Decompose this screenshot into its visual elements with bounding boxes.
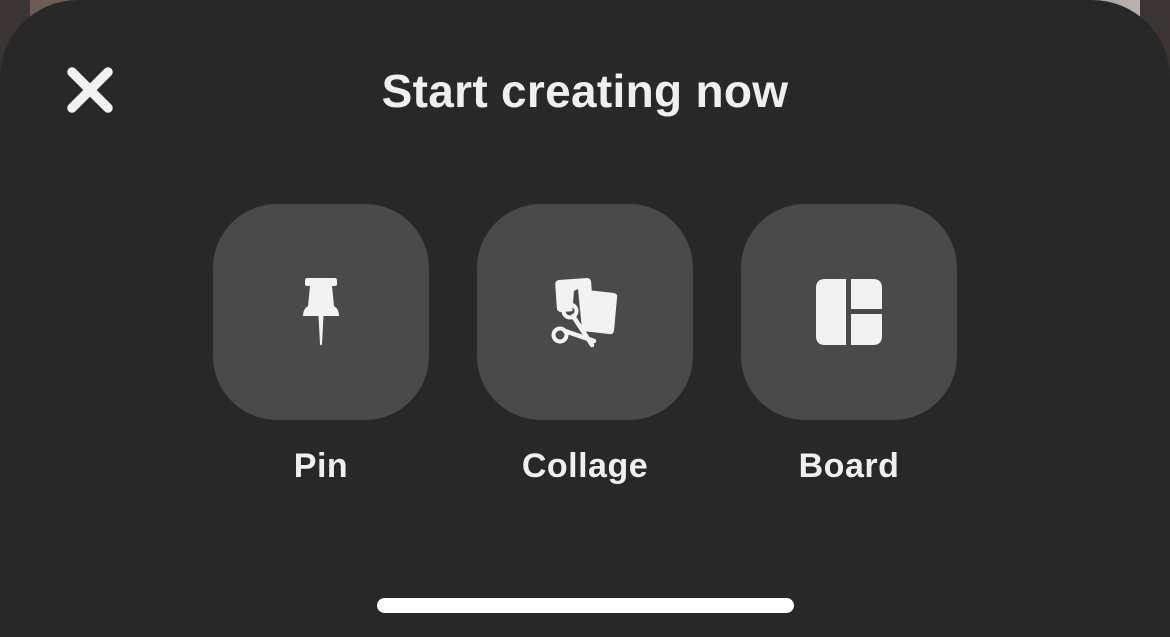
option-collage[interactable]: Collage [477, 204, 693, 486]
option-board[interactable]: Board [741, 204, 957, 486]
home-indicator[interactable] [377, 598, 794, 613]
collage-scissors-icon [551, 278, 618, 348]
sheet-title: Start creating now [381, 65, 789, 117]
collage-tile[interactable] [477, 204, 693, 420]
board-label: Board [798, 447, 900, 485]
create-options: Pin Collage Board [213, 204, 957, 504]
board-layout-icon [816, 279, 882, 345]
board-tile[interactable] [741, 204, 957, 420]
pushpin-icon [303, 278, 339, 346]
pin-tile[interactable] [213, 204, 429, 420]
collage-label: Collage [521, 447, 649, 485]
option-pin[interactable]: Pin [213, 204, 429, 486]
create-bottom-sheet: Start creating now Pin Collage Board [0, 0, 1170, 637]
pin-label: Pin [293, 447, 349, 485]
